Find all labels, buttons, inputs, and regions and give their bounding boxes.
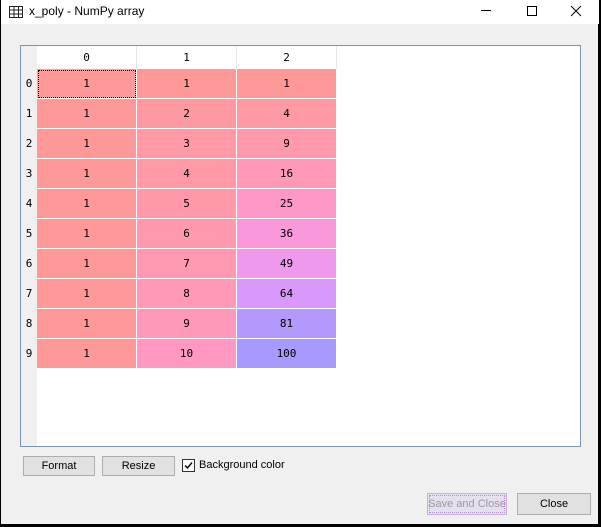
table-cell[interactable]: 1	[37, 159, 137, 189]
numpy-array-editor-window: x_poly - NumPy array 0120111112421393141…	[1, 0, 599, 525]
table-cell[interactable]: 9	[137, 309, 237, 339]
table-cell[interactable]: 1	[37, 219, 137, 249]
table-cell[interactable]: 1	[37, 309, 137, 339]
maximize-button[interactable]	[509, 0, 555, 22]
row-header[interactable]: 7	[21, 279, 37, 309]
column-header[interactable]: 1	[137, 46, 237, 69]
table-cell[interactable]: 49	[237, 249, 337, 279]
resize-button[interactable]: Resize	[102, 456, 175, 476]
row-header[interactable]: 6	[21, 249, 37, 279]
save-and-close-button[interactable]: Save and Close	[427, 493, 507, 515]
checkmark-icon	[184, 462, 193, 470]
close-button[interactable]: Close	[517, 493, 591, 515]
table-cell[interactable]: 1	[237, 69, 337, 99]
table-cell[interactable]: 6	[137, 219, 237, 249]
column-header[interactable]: 2	[237, 46, 337, 69]
table-grid-icon	[9, 5, 23, 18]
row-header[interactable]: 9	[21, 339, 37, 369]
row-header[interactable]: 2	[21, 129, 37, 159]
table-cell[interactable]: 8	[137, 279, 237, 309]
table-cell[interactable]: 1	[37, 249, 137, 279]
table-cell[interactable]: 1	[37, 99, 137, 129]
maximize-icon	[527, 6, 537, 16]
column-header[interactable]: 0	[37, 46, 137, 69]
table-cell[interactable]: 1	[37, 129, 137, 159]
minimize-icon	[481, 10, 491, 11]
table-cell[interactable]: 4	[237, 99, 337, 129]
table-cell[interactable]: 1	[37, 279, 137, 309]
row-header[interactable]: 8	[21, 309, 37, 339]
table-cell[interactable]: 25	[237, 189, 337, 219]
close-window-button[interactable]	[553, 0, 599, 22]
array-table[interactable]: 0 1 2 0 1 1 1 1 1 2 4 2 1 3 9 3 1 4 16 4 1 5 25 5 1 6 36 6 1 7 49 7 1 8 64…	[20, 45, 581, 447]
table-cell[interactable]: 5	[137, 189, 237, 219]
table-cell[interactable]: 64	[237, 279, 337, 309]
table-cell[interactable]: 4	[137, 159, 237, 189]
title-bar[interactable]: x_poly - NumPy array	[1, 0, 599, 24]
background-color-checkbox[interactable]	[182, 459, 195, 472]
table-cell[interactable]: 100	[237, 339, 337, 369]
row-header[interactable]: 5	[21, 219, 37, 249]
row-header[interactable]: 3	[21, 159, 37, 189]
window-title: x_poly - NumPy array	[29, 4, 145, 18]
table-cell[interactable]: 81	[237, 309, 337, 339]
close-icon	[570, 5, 582, 17]
table-cell[interactable]: 1	[37, 339, 137, 369]
table-cell[interactable]: 3	[137, 129, 237, 159]
minimize-button[interactable]	[463, 0, 509, 22]
table-cell[interactable]: 1	[137, 69, 237, 99]
table-cell[interactable]: 9	[237, 129, 337, 159]
table-cell[interactable]: 7	[137, 249, 237, 279]
row-header[interactable]: 4	[21, 189, 37, 219]
table-cell[interactable]: 36	[237, 219, 337, 249]
table-cell[interactable]: 10	[137, 339, 237, 369]
format-button[interactable]: Format	[23, 456, 95, 476]
table-cell[interactable]: 1	[37, 189, 137, 219]
table-cell[interactable]: 16	[237, 159, 337, 189]
background-color-label: Background color	[199, 459, 285, 471]
row-header[interactable]: 1	[21, 99, 37, 129]
table-corner	[21, 46, 37, 69]
row-header[interactable]: 0	[21, 69, 37, 99]
table-cell[interactable]: 1	[37, 69, 137, 99]
table-cell[interactable]: 2	[137, 99, 237, 129]
